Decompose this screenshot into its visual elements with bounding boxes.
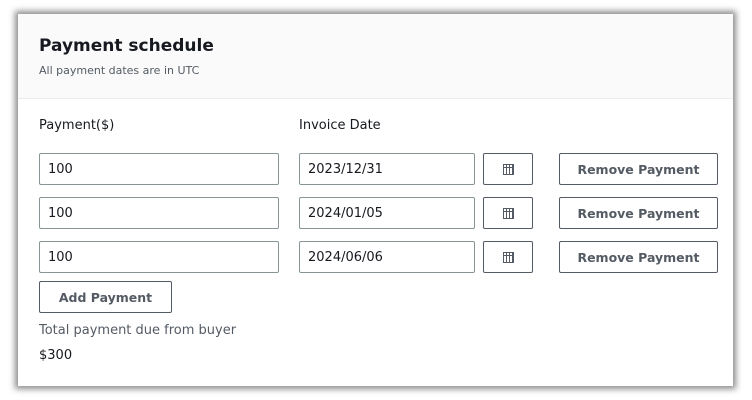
calendar-button[interactable] [483, 241, 533, 273]
remove-payment-button[interactable]: Remove Payment [559, 197, 718, 229]
invoice-date-label: Invoice Date [299, 118, 381, 133]
invoice-date-input[interactable]: 2024/01/05 [299, 197, 475, 229]
payment-label: Payment($) [39, 118, 115, 133]
remove-payment-button[interactable]: Remove Payment [559, 153, 718, 185]
payment-input[interactable]: 100 [39, 153, 279, 185]
subtitle: All payment dates are in UTC [39, 64, 200, 77]
calendar-icon [502, 163, 514, 175]
total-label: Total payment due from buyer [39, 323, 237, 338]
calendar-icon [502, 207, 514, 219]
calendar-button[interactable] [483, 153, 533, 185]
remove-payment-button[interactable]: Remove Payment [559, 241, 718, 273]
payment-input[interactable]: 100 [39, 197, 279, 229]
payment-schedule-card: Payment schedule All payment dates are i… [18, 14, 733, 386]
add-payment-button[interactable]: Add Payment [39, 281, 172, 313]
total-value: $300 [39, 348, 73, 363]
invoice-date-input[interactable]: 2023/12/31 [299, 153, 475, 185]
page-title: Payment schedule [39, 36, 214, 56]
card-header: Payment schedule All payment dates are i… [18, 14, 733, 99]
payment-input[interactable]: 100 [39, 241, 279, 273]
calendar-icon [502, 251, 514, 263]
calendar-button[interactable] [483, 197, 533, 229]
invoice-date-input[interactable]: 2024/06/06 [299, 241, 475, 273]
